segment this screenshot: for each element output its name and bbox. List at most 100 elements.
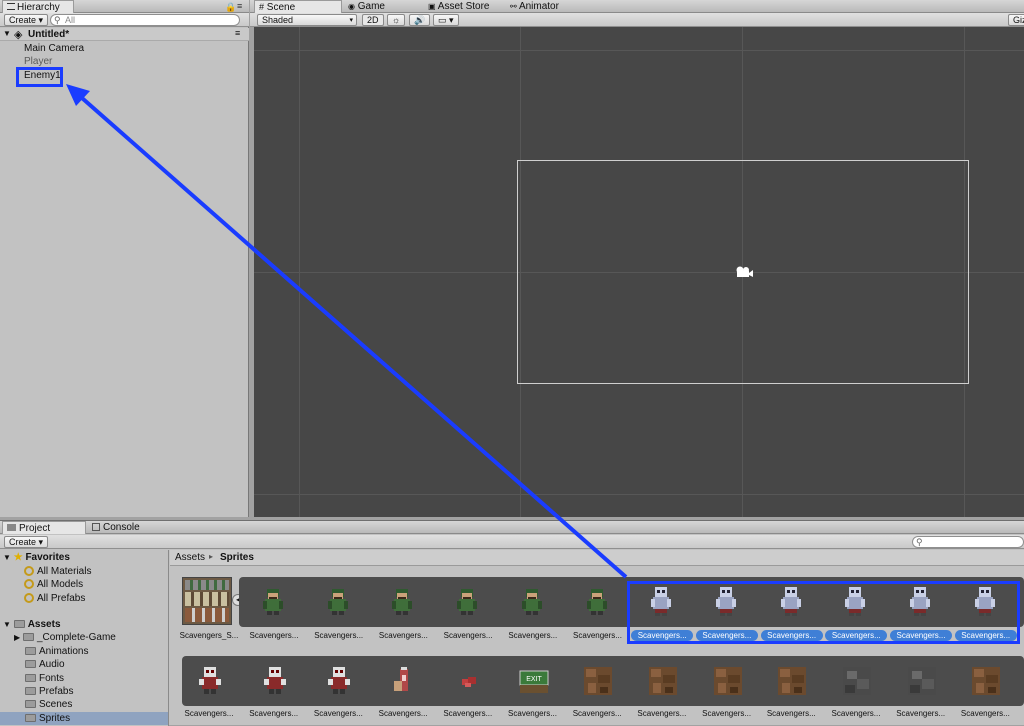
- scene-header-row[interactable]: ▼ ◈ Untitled* ≡: [0, 28, 249, 41]
- wall-sprite-icon[interactable]: [774, 661, 810, 701]
- sprite-label-row2[interactable]: Scavengers...: [437, 708, 499, 719]
- hierarchy-toolbar: Create ▾ ⚲ All: [0, 13, 249, 27]
- search-filter-icon: [24, 593, 34, 603]
- sprite-label-row2[interactable]: Scavengers...: [502, 708, 564, 719]
- effects-dropdown[interactable]: ▭ ▾: [433, 14, 459, 26]
- rubble-sprite-icon[interactable]: [904, 661, 940, 701]
- project-toolbar: Create ▾ ⚲: [0, 535, 1024, 549]
- folder-audio[interactable]: Audio: [25, 658, 65, 671]
- wall-sprite-icon[interactable]: [968, 661, 1004, 701]
- shading-mode-dropdown[interactable]: Shaded ▾: [257, 14, 357, 26]
- game-icon: ◉: [348, 2, 355, 11]
- sprite-label-row1[interactable]: Scavengers...: [308, 630, 370, 641]
- favorite-all-prefabs[interactable]: All Prefabs: [24, 592, 85, 605]
- hierarchy-search-input[interactable]: ⚲ All: [50, 14, 240, 26]
- wall-sprite-icon[interactable]: [645, 661, 681, 701]
- sprite-label-row2[interactable]: Scavengers...: [178, 708, 240, 719]
- folder-prefabs[interactable]: Prefabs: [25, 685, 73, 698]
- tab-hierarchy[interactable]: Hierarchy: [2, 0, 74, 13]
- player-sprite-icon[interactable]: [320, 581, 356, 621]
- sprite-label-row1[interactable]: Scavengers...: [243, 630, 305, 641]
- favorites-header[interactable]: ▼ ★ Favorites: [3, 551, 70, 564]
- sprite-label-row1[interactable]: Scavengers...: [567, 630, 629, 641]
- enemy2-sprite-icon[interactable]: [192, 661, 228, 701]
- enemy2-sprite-icon[interactable]: [257, 661, 293, 701]
- expand-triangle-icon: ▼: [3, 553, 11, 562]
- favorite-all-models[interactable]: All Models: [24, 578, 83, 591]
- sprite-label-row2[interactable]: Scavengers...: [566, 708, 628, 719]
- tab-project[interactable]: Project: [2, 521, 86, 534]
- folder-icon: [25, 687, 36, 695]
- store-icon: ▣: [428, 2, 436, 11]
- folder-fonts[interactable]: Fonts: [25, 672, 64, 685]
- create-button[interactable]: Create ▾: [4, 14, 49, 26]
- wall-sprite-icon[interactable]: [710, 661, 746, 701]
- tab-game[interactable]: ◉ Game: [344, 0, 391, 13]
- gizmos-dropdown[interactable]: Giz: [1008, 14, 1024, 26]
- hierarchy-item-main-camera[interactable]: Main Camera: [24, 42, 84, 55]
- scene-view[interactable]: [254, 27, 1024, 517]
- sprite-label-row1[interactable]: Scavengers...: [437, 630, 499, 641]
- tab-console[interactable]: Console: [88, 521, 146, 534]
- sprite-label-row1[interactable]: Scavengers...: [372, 630, 434, 641]
- project-search-input[interactable]: ⚲: [912, 536, 1024, 548]
- exit-sprite-icon[interactable]: EXIT: [516, 661, 552, 701]
- tab-animator[interactable]: ⚯ Animator: [506, 0, 565, 13]
- project-create-button[interactable]: Create ▾: [4, 536, 49, 548]
- folder-scenes[interactable]: Scenes: [25, 698, 72, 711]
- svg-text:EXIT: EXIT: [526, 676, 542, 683]
- player-sprite-icon[interactable]: [449, 581, 485, 621]
- folder-animations[interactable]: Animations: [25, 645, 88, 658]
- player-sprite-icon[interactable]: [514, 581, 550, 621]
- player-sprite-icon[interactable]: [384, 581, 420, 621]
- lock-icon[interactable]: 🔒: [225, 2, 236, 13]
- folder-icon: [22, 633, 34, 641]
- breadcrumb-separator-icon: ▸: [209, 552, 214, 561]
- camera-gizmo-icon[interactable]: [734, 265, 754, 279]
- sprite-label-row2[interactable]: Scavengers...: [372, 708, 434, 719]
- sprite-label-row2[interactable]: Scavengers...: [890, 708, 952, 719]
- sprite-label-row1[interactable]: Scavengers_S...: [178, 630, 240, 641]
- unity-scene-icon: ◈: [14, 29, 23, 41]
- sprites-highlight-box: [627, 581, 1020, 644]
- sprite-label-row2[interactable]: Scavengers...: [696, 708, 758, 719]
- breadcrumb-assets[interactable]: Assets: [175, 552, 205, 563]
- scene-menu-icon[interactable]: ≡: [235, 28, 240, 38]
- tab-asset-store[interactable]: ▣ Asset Store: [424, 0, 496, 13]
- folder-icon: [25, 714, 36, 722]
- project-tabstrip: Project Console: [0, 521, 1024, 534]
- star-icon: ★: [13, 552, 23, 563]
- audio-toggle-button[interactable]: 🔊: [409, 14, 431, 26]
- favorite-all-materials[interactable]: All Materials: [24, 565, 91, 578]
- project-folder-tree: ▼ ★ Favorites All Materials All Models A…: [0, 550, 169, 726]
- sprite-label-row2[interactable]: Scavengers...: [954, 708, 1016, 719]
- sprite-label-row2[interactable]: Scavengers...: [825, 708, 887, 719]
- image-icon: ▭: [438, 15, 447, 25]
- wall-sprite-icon[interactable]: [580, 661, 616, 701]
- player-sprite-icon[interactable]: [255, 581, 291, 621]
- search-filter-icon: [24, 579, 34, 589]
- food-sprite-icon[interactable]: [451, 661, 487, 701]
- panel-menu-icon[interactable]: ≡: [237, 1, 242, 11]
- rubble-sprite-icon[interactable]: [839, 661, 875, 701]
- toggle-2d-button[interactable]: 2D: [362, 14, 384, 26]
- sprite-label-row2[interactable]: Scavengers...: [307, 708, 369, 719]
- sprite-label-row2[interactable]: Scavengers...: [760, 708, 822, 719]
- enemy2-sprite-icon[interactable]: [321, 661, 357, 701]
- expand-triangle-icon[interactable]: ▼: [3, 29, 11, 38]
- sprite-label-row1[interactable]: Scavengers...: [502, 630, 564, 641]
- sprite-label-row2[interactable]: Scavengers...: [631, 708, 693, 719]
- folder-complete-game[interactable]: ▶ _Complete-Game: [14, 631, 116, 644]
- folder-sprites[interactable]: Sprites: [0, 712, 168, 725]
- soda-sprite-icon[interactable]: [386, 661, 422, 701]
- search-icon: ⚲: [916, 537, 923, 547]
- breadcrumb-sprites[interactable]: Sprites: [220, 552, 254, 563]
- enemy1-highlight-box: [16, 67, 63, 87]
- player-sprite-icon[interactable]: [579, 581, 615, 621]
- lighting-toggle-button[interactable]: ☼: [387, 14, 406, 26]
- sprite-label-row2[interactable]: Scavengers...: [243, 708, 305, 719]
- breadcrumb: Assets ▸ Sprites: [170, 550, 1024, 566]
- sprite-sheet-thumbnail[interactable]: [182, 577, 232, 625]
- assets-header[interactable]: ▼ Assets: [3, 618, 61, 631]
- tab-scene[interactable]: # Scene: [254, 0, 342, 13]
